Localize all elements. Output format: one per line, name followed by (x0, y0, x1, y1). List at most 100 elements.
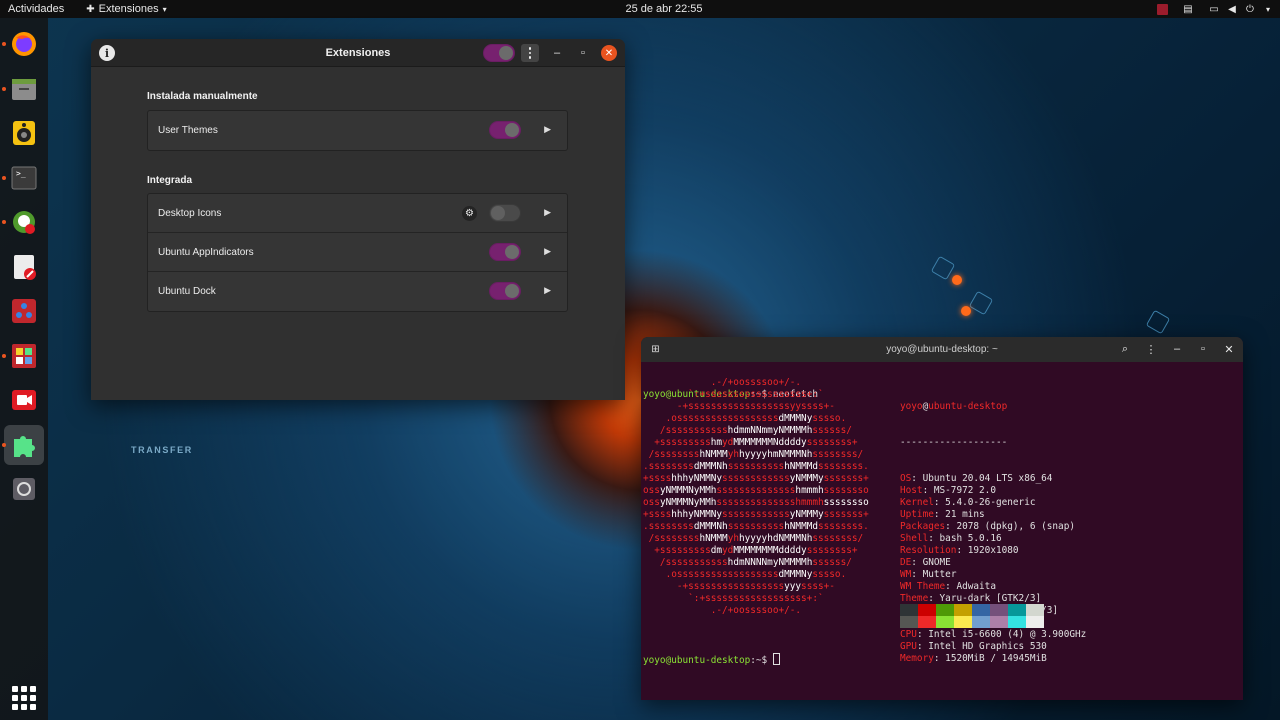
system-info-line: Kernel: 5.4.0-26-generic (900, 497, 1036, 508)
extension-row-ubuntu-appindicators[interactable]: Ubuntu AppIndicators ▶ (148, 233, 567, 272)
text-cursor (772, 653, 780, 665)
minimize-button[interactable]: – (1169, 341, 1185, 357)
extension-list-builtin: Desktop Icons ⚙ ▶ Ubuntu AppIndicators ▶… (147, 193, 568, 312)
gear-icon[interactable]: ⚙ (462, 206, 477, 221)
user-themes-toggle[interactable] (489, 121, 521, 139)
extensions-window: i Extensiones – ▫ ✕ Instalada manualment… (91, 39, 625, 400)
color-swatch (990, 604, 1008, 616)
speaker-icon (13, 121, 35, 145)
extension-list-manual: User Themes ▶ (147, 110, 568, 151)
ascii-logo-line: .-/+oossssoo+/-. (643, 377, 802, 388)
power-icon: ⏻ (1246, 3, 1254, 15)
system-info-line: WM Theme: Adwaita (900, 581, 996, 592)
system-info: yoyo@ubuntu-desktop ------------------- … (900, 401, 1087, 664)
ubuntu-dock-toggle[interactable] (489, 282, 521, 300)
ascii-logo-line: ossyNMMMNyMMhsssssssssssssshmmmhssssssso (643, 485, 869, 496)
system-info-line: CPU: Intel i5-6600 (4) @ 3.900GHz (900, 629, 1087, 640)
app-indicator-icon[interactable] (1157, 3, 1168, 15)
dock-item-files[interactable] (2, 69, 44, 109)
menu-button[interactable] (521, 44, 539, 62)
inkscape-icon (12, 299, 36, 323)
dock-item-software[interactable] (2, 336, 44, 376)
running-indicator (2, 86, 6, 91)
ubuntu-appindicators-toggle[interactable] (489, 243, 521, 261)
extension-row-desktop-icons[interactable]: Desktop Icons ⚙ ▶ (148, 194, 567, 233)
maximize-button[interactable]: ▫ (575, 45, 591, 61)
puzzle-icon (14, 435, 35, 457)
window-controls: ⌕ ⋮ – ▫ ✕ (1117, 341, 1237, 357)
system-info-line: GPU: Intel HD Graphics 530 (900, 641, 1047, 652)
system-info-line: Memory: 1520MiB / 14945MiB (900, 653, 1047, 664)
ascii-logo-line: /ssssssssssshdmNNNNmyNMMMMhssssss/ (643, 557, 852, 568)
system-tray[interactable]: ▤ ▭ ◀ ⏻ ▾ (1157, 0, 1274, 18)
running-indicator (2, 220, 6, 224)
minimize-button[interactable]: – (549, 45, 565, 61)
wallpaper-hex (968, 290, 994, 316)
extension-label: Desktop Icons (158, 207, 222, 219)
color-swatch (900, 616, 918, 628)
clipboard-icon[interactable]: ▤ (1182, 3, 1194, 15)
clock[interactable]: 25 de abr 22:55 (0, 3, 1280, 15)
running-indicator (2, 42, 6, 46)
show-applications-button[interactable] (12, 686, 36, 710)
ascii-logo-line: -+ssssssssssssssssssyyssss+- (643, 401, 835, 412)
desktop-icons-toggle[interactable] (489, 204, 521, 222)
extension-label: Ubuntu AppIndicators (158, 246, 254, 258)
software-icon (12, 343, 36, 368)
dock-item-firefox[interactable] (2, 24, 44, 64)
dock-item-text-editor[interactable] (4, 247, 44, 287)
dock-item-rhythmbox[interactable] (4, 113, 44, 153)
global-extensions-toggle[interactable] (483, 44, 515, 62)
system-info-line: Packages: 2078 (dpkg), 6 (snap) (900, 521, 1075, 532)
extension-row-user-themes[interactable]: User Themes ▶ (148, 111, 567, 150)
close-button[interactable]: ✕ (1221, 341, 1237, 357)
dock-item-inkscape[interactable] (4, 291, 44, 331)
ascii-logo-line: .ossssssssssssssssssdMMMNysssso. (643, 413, 847, 424)
color-swatch (972, 604, 990, 616)
running-indicator (2, 353, 6, 358)
dock: >_ (0, 18, 48, 720)
screen-icon: ▭ (1209, 3, 1219, 15)
expand-arrow-icon[interactable]: ▶ (544, 285, 551, 296)
ascii-logo-line: +sssssssssdmydMMMMMMMMddddyssssssss+ (643, 545, 858, 556)
system-info-line: Uptime: 21 mins (900, 509, 985, 520)
search-icon[interactable]: ⌕ (1117, 341, 1133, 357)
color-swatch (900, 604, 918, 616)
ascii-logo-line: +sssshhhyNMMNyssssssssssssyNMMMysssssss+ (643, 473, 869, 484)
system-info-line: Resolution: 1920x1080 (900, 545, 1019, 556)
ascii-logo-line: `:+ssssssssssssssssss+:` (643, 593, 824, 604)
wallpaper-hex (930, 255, 956, 281)
ascii-logo-line: /ssssssssssshdmmNNmmyNMMMMhssssss/ (643, 425, 852, 436)
close-button[interactable]: ✕ (601, 45, 617, 61)
expand-arrow-icon[interactable]: ▶ (544, 207, 551, 218)
menu-button[interactable]: ⋮ (1143, 341, 1159, 357)
expand-arrow-icon[interactable]: ▶ (544, 124, 551, 135)
ascii-logo-line: +ssssssssshmydMMMMMMMNddddyssssssss+ (643, 437, 858, 448)
ascii-logo-line: .ssssssssdMMMNhsssssssssshNMMMdssssssss. (643, 521, 869, 532)
color-swatch (1008, 616, 1026, 628)
color-swatch (936, 616, 954, 628)
color-swatches (900, 604, 1044, 628)
extension-row-ubuntu-dock[interactable]: Ubuntu Dock ▶ (148, 272, 567, 311)
dock-item-screenshot[interactable] (4, 469, 44, 509)
color-swatch (918, 616, 936, 628)
files-icon (12, 78, 36, 100)
color-swatch (1026, 604, 1044, 616)
maximize-button[interactable]: ▫ (1195, 341, 1211, 357)
system-menu[interactable]: ▭ ◀ ⏻ ▾ (1208, 3, 1274, 15)
color-swatch (918, 604, 936, 616)
terminal-output[interactable]: yoyo@ubuntu-desktop:~$ neofetch .-/+ooss… (643, 365, 1243, 666)
extensions-header-bar: i Extensiones – ▫ ✕ (91, 39, 625, 67)
dock-item-terminal[interactable]: >_ (2, 158, 44, 198)
system-info-line: Shell: bash 5.0.16 (900, 533, 1002, 544)
ubuntu-ascii-logo: .-/+oossssoo+/-. `:+ssssssssssssssssss+:… (643, 377, 869, 617)
dock-item-gimp[interactable] (2, 202, 44, 242)
ascii-logo-line: .-/+oossssoo+/-. (643, 605, 802, 616)
command-prompt: yoyo@ubuntu-desktop:~$ (643, 653, 780, 667)
system-info-line: Host: MS-7972 2.0 (900, 485, 996, 496)
ascii-logo-line: .ssssssssdMMMNhsssssssssshNMMMdssssssss. (643, 461, 869, 472)
color-swatch (954, 604, 972, 616)
expand-arrow-icon[interactable]: ▶ (544, 246, 551, 257)
dock-item-screen-recorder[interactable] (4, 380, 44, 420)
dock-item-extensions[interactable] (2, 424, 44, 465)
